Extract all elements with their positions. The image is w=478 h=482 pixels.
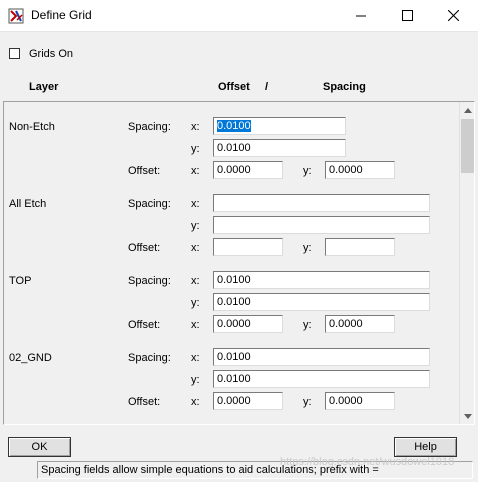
scroll-thumb[interactable] [461,119,474,173]
y-label: y: [191,143,200,155]
app-icon [8,8,24,24]
x-label: x: [191,396,200,408]
x-label: x: [191,319,200,331]
y-label: y: [191,374,200,386]
offset-label: Offset: [128,242,161,254]
spacing-label: Spacing: [128,121,171,133]
scroll-down-button[interactable] [460,408,474,424]
scroll-up-button[interactable] [460,102,474,118]
y-label: y: [303,242,312,254]
layer-name: TOP [9,275,32,287]
close-icon [447,10,459,21]
layer-name: 02_GND [9,352,52,364]
y-label: y: [303,319,312,331]
offset-y-field[interactable]: 0.0000 [325,315,395,333]
spacing-y-field[interactable]: 0.0100 [213,370,430,388]
y-label: y: [191,297,200,309]
spacing-y-field[interactable] [213,216,430,234]
offset-x-field[interactable]: 0.0000 [213,392,283,410]
layers-list: Non-Etch Spacing: x: 0.0100 y: 0.0100 Of… [4,102,459,424]
grids-on-label: Grids On [29,48,74,60]
grids-on-checkbox[interactable] [9,48,20,59]
offset-label: Offset: [128,396,161,408]
offset-y-field[interactable] [325,238,395,256]
title-bar: Define Grid [0,0,478,32]
offset-x-field[interactable]: 0.0000 [213,161,283,179]
x-label: x: [191,121,200,133]
minimize-icon [355,15,366,17]
y-label: y: [303,165,312,177]
offset-x-field[interactable] [213,238,283,256]
spacing-label: Spacing: [128,275,171,287]
chevron-up-icon [464,107,472,113]
y-label: y: [191,220,200,232]
spacing-x-field[interactable]: 0.0100 [213,348,430,366]
close-button[interactable] [430,0,476,31]
x-label: x: [191,165,200,177]
offset-x-field[interactable]: 0.0000 [213,315,283,333]
spacing-x-field[interactable]: 0.0100 [213,271,430,289]
vertical-scrollbar[interactable] [459,102,474,424]
minimize-button[interactable] [338,0,384,31]
spacing-x-field[interactable]: 0.0100 [213,117,346,135]
offset-label: Offset: [128,165,161,177]
y-label: y: [303,396,312,408]
maximize-button[interactable] [384,0,430,31]
layer-header: Layer [29,81,59,93]
offset-header: Offset [218,81,250,93]
offset-y-field[interactable]: 0.0000 [325,392,395,410]
spacing-label: Spacing: [128,198,171,210]
ok-button[interactable]: OK [8,437,71,457]
watermark: https://blog.csdn.net/wusdowel1018 [280,456,455,468]
spacing-y-field[interactable]: 0.0100 [213,293,430,311]
x-label: x: [191,275,200,287]
x-label: x: [191,242,200,254]
spacing-y-field[interactable]: 0.0100 [213,139,346,157]
maximize-icon [401,10,413,21]
spacing-header: Spacing [323,81,366,93]
help-button[interactable]: Help [394,437,457,457]
x-label: x: [191,352,200,364]
offset-y-field[interactable]: 0.0000 [325,161,395,179]
chevron-down-icon [464,413,472,419]
offset-label: Offset: [128,319,161,331]
layer-name: All Etch [9,198,47,210]
header-separator: / [265,81,269,93]
spacing-label: Spacing: [128,352,171,364]
x-label: x: [191,198,200,210]
layers-panel: Non-Etch Spacing: x: 0.0100 y: 0.0100 Of… [3,101,475,425]
window-title: Define Grid [31,8,92,22]
spacing-x-field[interactable] [213,194,430,212]
layer-name: Non-Etch [9,121,55,133]
